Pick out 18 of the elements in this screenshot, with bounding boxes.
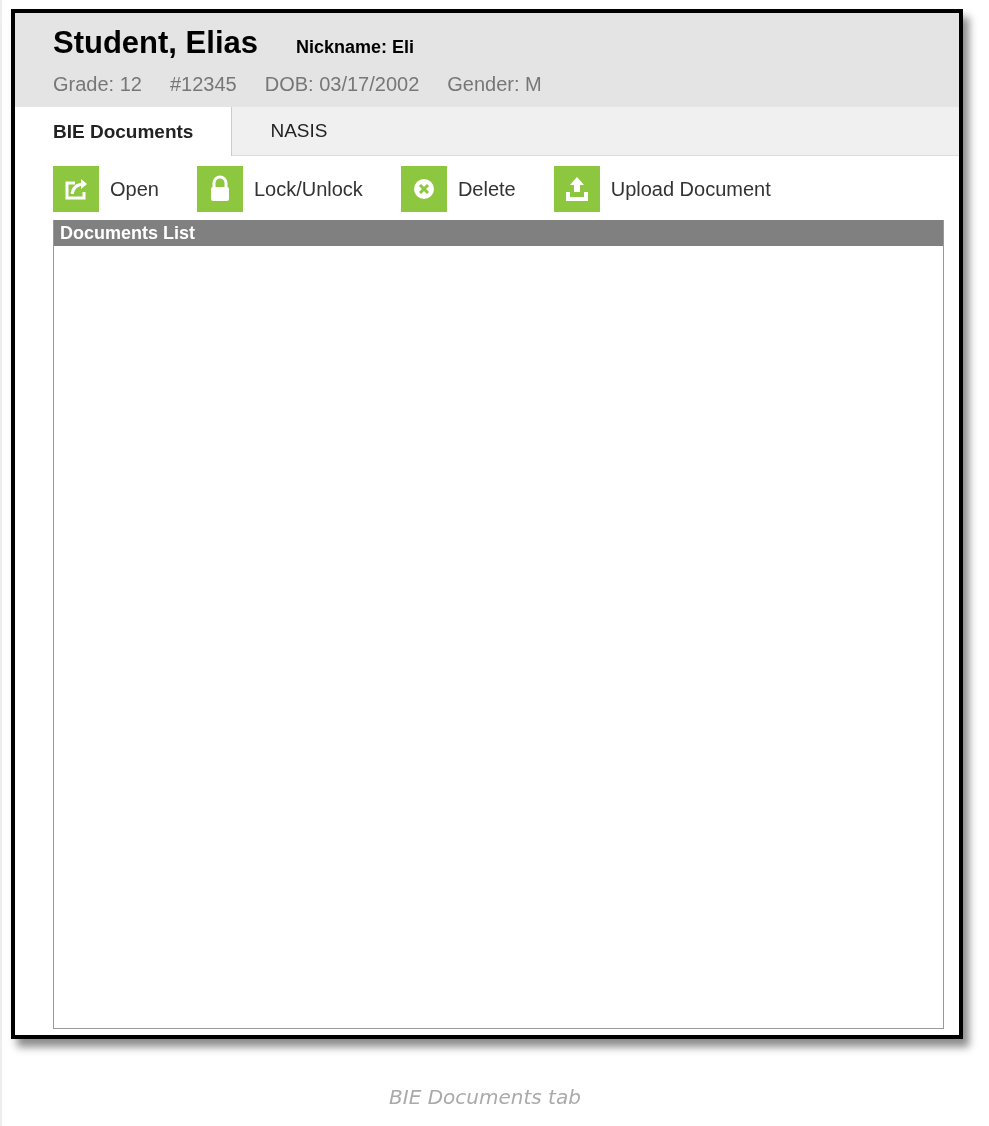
share-icon[interactable] xyxy=(53,166,99,212)
upload-icon[interactable] xyxy=(553,166,600,212)
tab[interactable]: BIE Documents xyxy=(15,107,233,156)
student-detail: Grade: 12 xyxy=(53,73,142,96)
toolbar-button-label[interactable]: Delete xyxy=(457,177,516,201)
student-detail: DOB: 03/17/2002 xyxy=(264,73,420,96)
tab[interactable]: NASIS xyxy=(232,107,366,155)
delete-icon[interactable] xyxy=(400,166,447,212)
student-name: Student, Elias xyxy=(53,25,258,61)
caption: BIE Documents tab xyxy=(388,1085,582,1109)
lock-icon[interactable] xyxy=(196,166,243,212)
student-detail: #12345 xyxy=(169,73,237,96)
student-detail: Gender: M xyxy=(447,73,542,96)
panel-header: Documents List xyxy=(54,220,943,246)
student-nickname: Nickname: Eli xyxy=(296,37,415,58)
toolbar-button-label[interactable]: Open xyxy=(110,177,159,201)
toolbar-button-label[interactable]: Lock/Unlock xyxy=(253,177,363,201)
toolbar-button-label[interactable]: Upload Document xyxy=(610,177,771,201)
